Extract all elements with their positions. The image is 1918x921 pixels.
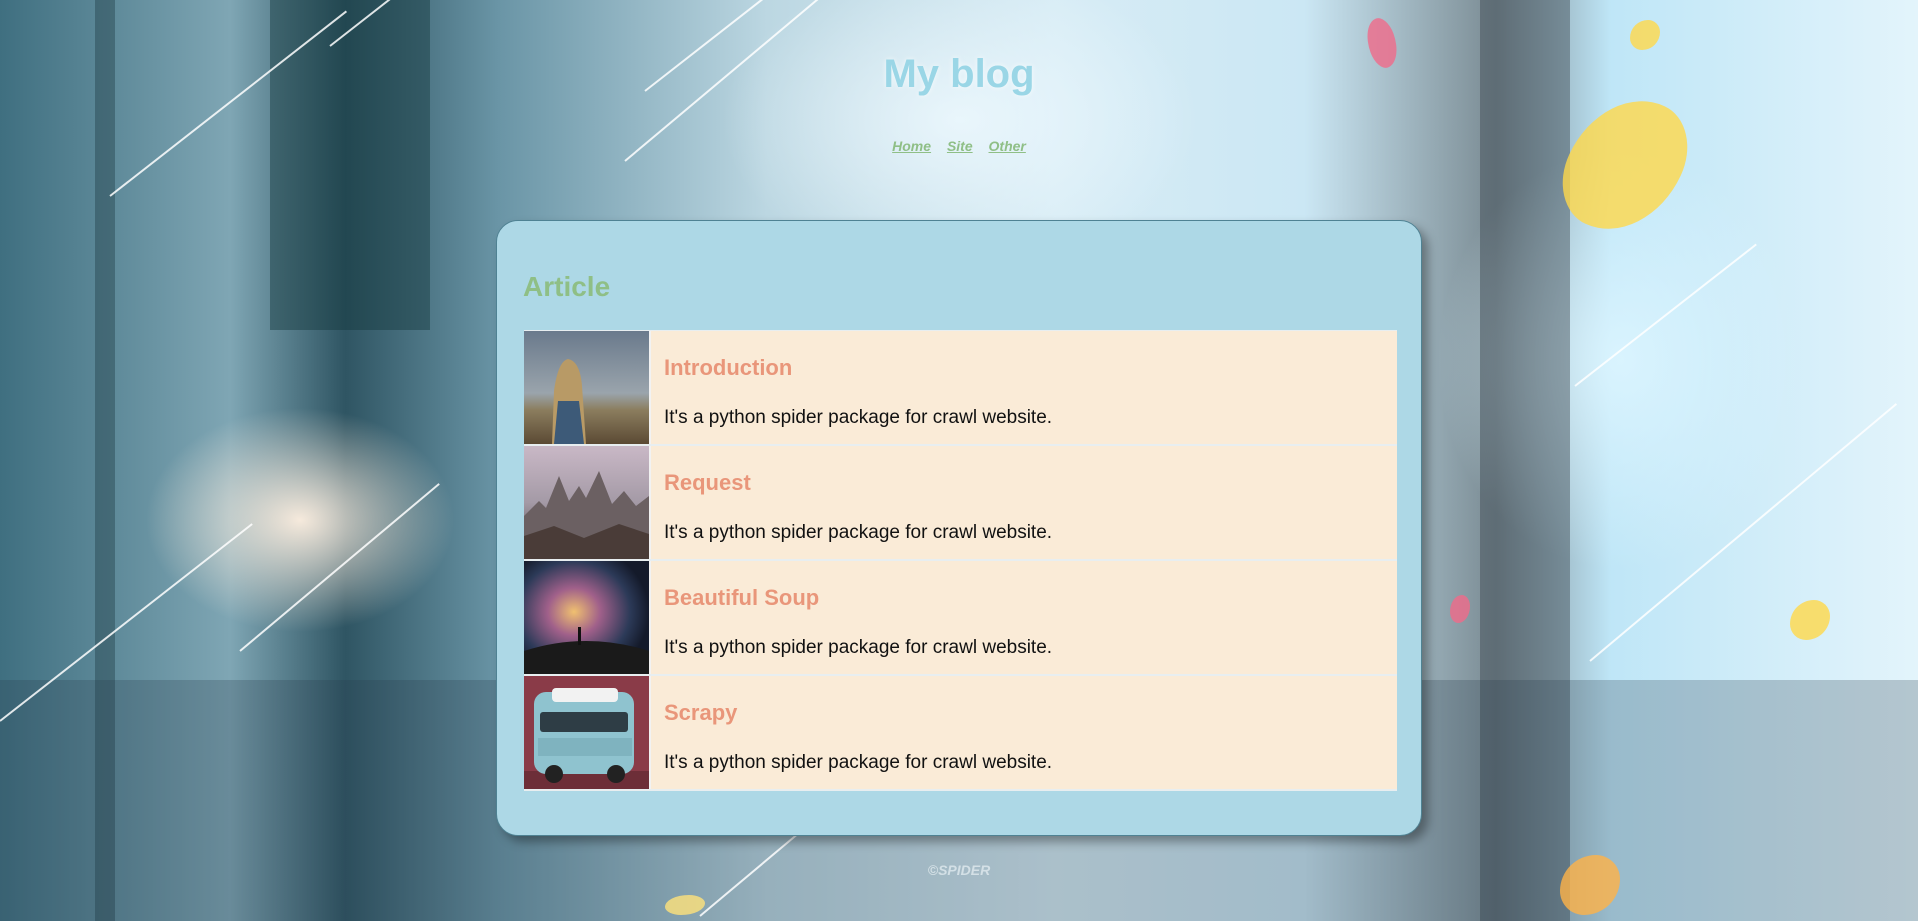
article-title[interactable]: Scrapy bbox=[664, 700, 1052, 726]
nav-link-other[interactable]: Other bbox=[989, 138, 1026, 154]
article-description: It's a python spider package for crawl w… bbox=[664, 522, 1053, 543]
article-title[interactable]: Request bbox=[664, 470, 1052, 496]
article-description: It's a python spider package for crawl w… bbox=[664, 752, 1053, 773]
article-title[interactable]: Beautiful Soup bbox=[664, 585, 1052, 611]
article-title[interactable]: Introduction bbox=[664, 355, 1052, 381]
article-item[interactable]: Beautiful Soup It's a python spider pack… bbox=[524, 561, 1397, 676]
main-nav: Home Site Other bbox=[0, 138, 1918, 154]
site-title: My blog bbox=[883, 52, 1035, 96]
nav-link-site[interactable]: Site bbox=[947, 138, 973, 154]
article-thumbnail bbox=[524, 676, 651, 789]
article-description: It's a python spider package for crawl w… bbox=[664, 407, 1053, 428]
article-item[interactable]: Introduction It's a python spider packag… bbox=[524, 330, 1397, 446]
article-description: It's a python spider package for crawl w… bbox=[664, 637, 1053, 658]
footer-copyright: ©SPIDER bbox=[927, 862, 991, 878]
article-thumbnail bbox=[524, 331, 651, 444]
mountain-peaks-image bbox=[524, 446, 649, 559]
camper-van-image bbox=[524, 676, 649, 789]
person-in-field-image bbox=[524, 331, 649, 444]
article-list: Introduction It's a python spider packag… bbox=[524, 330, 1397, 791]
article-item[interactable]: Scrapy It's a python spider package for … bbox=[524, 676, 1397, 791]
section-title: Article bbox=[523, 271, 611, 302]
article-thumbnail bbox=[524, 561, 651, 674]
nav-link-home[interactable]: Home bbox=[892, 138, 931, 154]
article-thumbnail bbox=[524, 446, 651, 559]
article-item[interactable]: Request It's a python spider package for… bbox=[524, 446, 1397, 561]
article-card: Article Introduction It's a python spide… bbox=[496, 220, 1422, 836]
night-sky-image bbox=[524, 561, 649, 674]
